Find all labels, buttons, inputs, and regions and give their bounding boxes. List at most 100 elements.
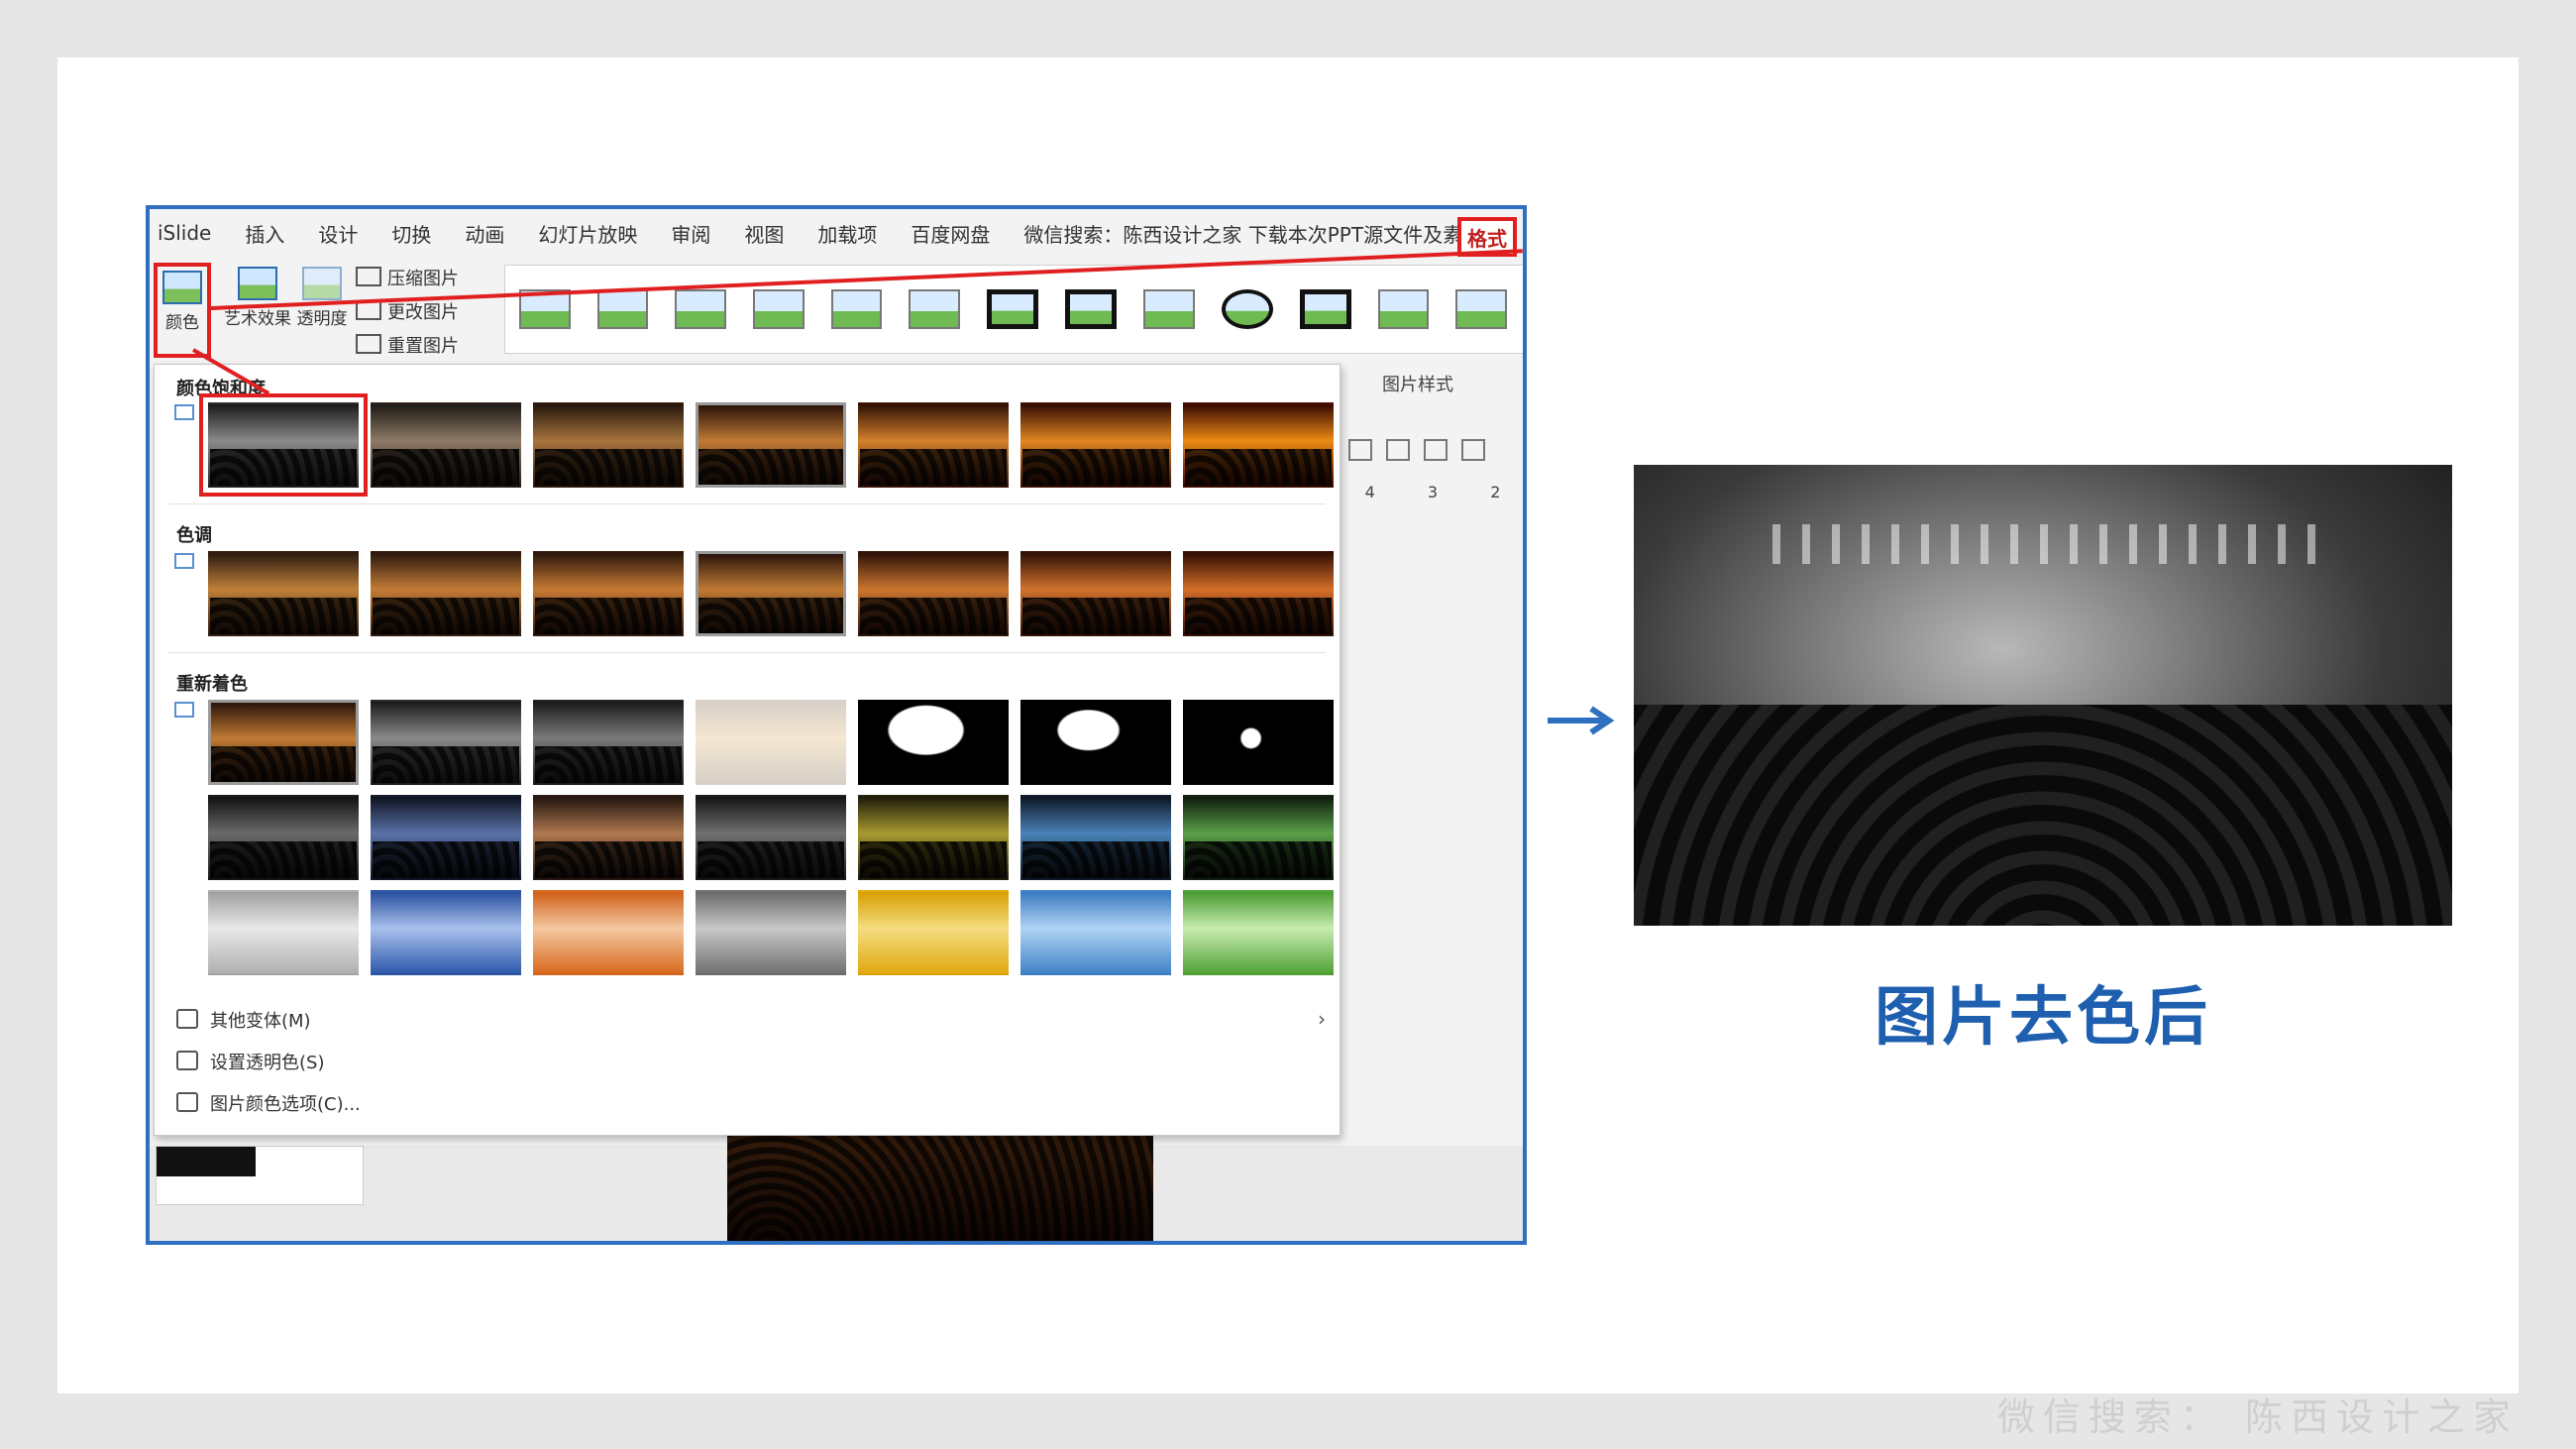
transparency-button[interactable]: 透明度 [294, 267, 350, 329]
style-thumb[interactable] [1377, 289, 1430, 329]
menu-slideshow[interactable]: 幻灯片放映 [538, 219, 637, 248]
recolor-light[interactable] [208, 890, 359, 975]
chevron-right-icon: › [1318, 1007, 1326, 1031]
format-painter-icon[interactable] [1461, 439, 1485, 461]
saturation-33[interactable] [371, 402, 521, 488]
tone-option[interactable] [1183, 551, 1334, 636]
style-thumb[interactable] [1299, 289, 1351, 329]
menu-transitions[interactable]: 切换 [391, 219, 431, 248]
style-thumb[interactable] [987, 289, 1039, 329]
menu-design[interactable]: 设计 [318, 219, 358, 248]
recolor-light-green[interactable] [1183, 890, 1334, 975]
crowd-silhouette [373, 841, 519, 878]
recolor-light-sky[interactable] [1020, 890, 1171, 975]
saturation-66[interactable] [533, 402, 684, 488]
picture-color-options-item[interactable]: 图片颜色选项(C)... [176, 1090, 361, 1116]
menu-baidu[interactable]: 百度网盘 [911, 219, 990, 248]
tone-option[interactable] [1020, 551, 1171, 636]
recolor-section-title: 重新着色 [176, 674, 248, 695]
saturation-300[interactable] [1020, 402, 1171, 488]
set-transparent-color-item[interactable]: 设置透明色(S) [176, 1049, 324, 1074]
crowd-silhouette [698, 449, 843, 485]
recolor-dark-gray[interactable] [696, 795, 846, 880]
saturation-row [199, 393, 1345, 497]
artistic-effects-icon [238, 267, 277, 300]
recolor-dark-sky[interactable] [1020, 795, 1171, 880]
recolor-light-gold[interactable] [858, 890, 1009, 975]
saturation-icon [174, 404, 194, 420]
saturation-0[interactable] [199, 393, 368, 497]
recolor-sepia[interactable] [533, 700, 684, 785]
recolor-light-orange[interactable] [533, 890, 684, 975]
crowd-silhouette [210, 449, 357, 486]
saturation-100[interactable] [696, 402, 846, 488]
align-icon[interactable] [1386, 439, 1410, 461]
result-caption: 图片去色后 [1875, 981, 2211, 1055]
crowd-silhouette [1185, 598, 1332, 634]
slide-thumbnail[interactable] [156, 1146, 364, 1205]
recolor-bw-50[interactable] [1020, 700, 1171, 785]
picture-icon [162, 271, 202, 304]
align-icon[interactable] [1348, 439, 1372, 461]
crowd-silhouette [1185, 841, 1332, 878]
style-thumb[interactable] [830, 289, 883, 329]
compress-pictures-button[interactable]: 压缩图片 [356, 265, 459, 290]
saturation-400[interactable] [1183, 402, 1334, 488]
menu-wechat-note: 微信搜索：陈西设计之家 下载本次PPT源文件及素材 [1023, 222, 1483, 247]
crowd-silhouette [535, 598, 682, 634]
recolor-dark-green[interactable] [1183, 795, 1334, 880]
artistic-effects-label: 艺术效果 [224, 309, 291, 329]
style-thumb[interactable] [1143, 289, 1195, 329]
style-thumb[interactable] [753, 289, 805, 329]
menu-bar: iSlide 插入 设计 切换 动画 幻灯片放映 审阅 视图 加载项 百度网盘 … [150, 209, 1523, 258]
picture-styles-gallery [504, 265, 1523, 354]
style-thumb[interactable] [596, 289, 649, 329]
reset-picture-button[interactable]: 重置图片 [356, 332, 459, 358]
recolor-dark-blue[interactable] [371, 795, 521, 880]
crowd-silhouette [860, 598, 1007, 634]
tone-icon [174, 553, 194, 569]
style-thumb[interactable] [675, 289, 727, 329]
color-label: 颜色 [165, 313, 199, 333]
tone-option[interactable] [858, 551, 1009, 636]
stage-lights [1772, 524, 2327, 564]
recolor-row-1 [208, 700, 1345, 785]
recolor-dark-gold[interactable] [858, 795, 1009, 880]
saturation-200[interactable] [858, 402, 1009, 488]
watermark: 微信搜索： 陈西设计之家 [1996, 1395, 2519, 1439]
recolor-none[interactable] [208, 700, 359, 785]
tone-option[interactable] [696, 551, 846, 636]
style-thumb[interactable] [1065, 289, 1118, 329]
tone-section-title: 色调 [176, 525, 212, 546]
crowd-silhouette [373, 449, 519, 486]
crowd-silhouette [210, 598, 357, 634]
crowd-silhouette [535, 841, 682, 878]
horizontal-ruler: 4 3 2 [1339, 483, 1523, 504]
recolor-dark-orange[interactable] [533, 795, 684, 880]
recolor-light-gray[interactable] [696, 890, 846, 975]
distribute-icon[interactable] [1424, 439, 1448, 461]
recolor-washout[interactable] [696, 700, 846, 785]
menu-addins[interactable]: 加载项 [817, 219, 877, 248]
tone-option[interactable] [533, 551, 684, 636]
menu-insert[interactable]: 插入 [245, 219, 284, 248]
tone-option[interactable] [208, 551, 359, 636]
style-thumb[interactable] [1221, 289, 1273, 329]
recolor-light-blue[interactable] [371, 890, 521, 975]
tone-option[interactable] [371, 551, 521, 636]
crowd-silhouette [698, 841, 844, 878]
style-thumb[interactable] [909, 289, 961, 329]
style-thumb[interactable] [1455, 289, 1507, 329]
recolor-bw-25[interactable] [858, 700, 1009, 785]
color-button[interactable]: 颜色 [154, 263, 211, 358]
transparency-label: 透明度 [296, 309, 348, 329]
menu-animations[interactable]: 动画 [465, 219, 504, 248]
menu-islide[interactable]: iSlide [158, 221, 211, 245]
recolor-grayscale[interactable] [371, 700, 521, 785]
menu-review[interactable]: 审阅 [671, 219, 710, 248]
menu-view[interactable]: 视图 [744, 219, 784, 248]
more-variations-item[interactable]: 其他变体(M) [176, 1007, 311, 1033]
recolor-dark[interactable] [208, 795, 359, 880]
recolor-bw-75[interactable] [1183, 700, 1334, 785]
artistic-effects-button[interactable]: 艺术效果 [221, 267, 294, 329]
